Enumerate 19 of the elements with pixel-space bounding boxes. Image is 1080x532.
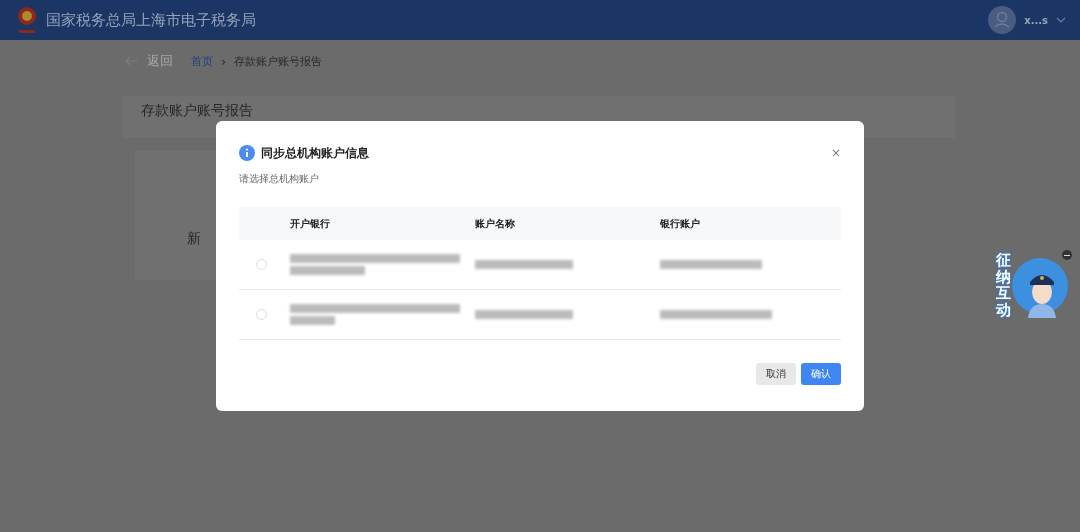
minimize-icon[interactable]	[1062, 250, 1072, 260]
column-header: 开户银行	[290, 207, 475, 240]
site-title: 国家税务总局上海市电子税务局	[46, 10, 256, 30]
user-name[interactable]: x...s	[1024, 14, 1048, 26]
redacted-text	[290, 316, 335, 325]
card-text: 新	[187, 230, 201, 246]
emblem-icon	[16, 4, 38, 36]
column-header: 账户名称	[475, 207, 660, 240]
cancel-button[interactable]: 取消	[756, 363, 796, 385]
confirm-button[interactable]: 确认	[801, 363, 841, 385]
breadcrumb-separator: ›	[221, 53, 227, 69]
info-icon	[239, 145, 255, 161]
avatar-icon[interactable]	[988, 6, 1017, 34]
close-button[interactable]: ×	[830, 142, 841, 164]
dialog-title: 同步总机构账户信息	[261, 144, 370, 162]
chevron-down-icon[interactable]	[1056, 17, 1066, 23]
assistant-label[interactable]: 征纳互动	[996, 252, 1011, 318]
column-header: 银行账户	[660, 207, 841, 240]
dialog-prompt: 请选择总机构账户	[239, 172, 320, 186]
